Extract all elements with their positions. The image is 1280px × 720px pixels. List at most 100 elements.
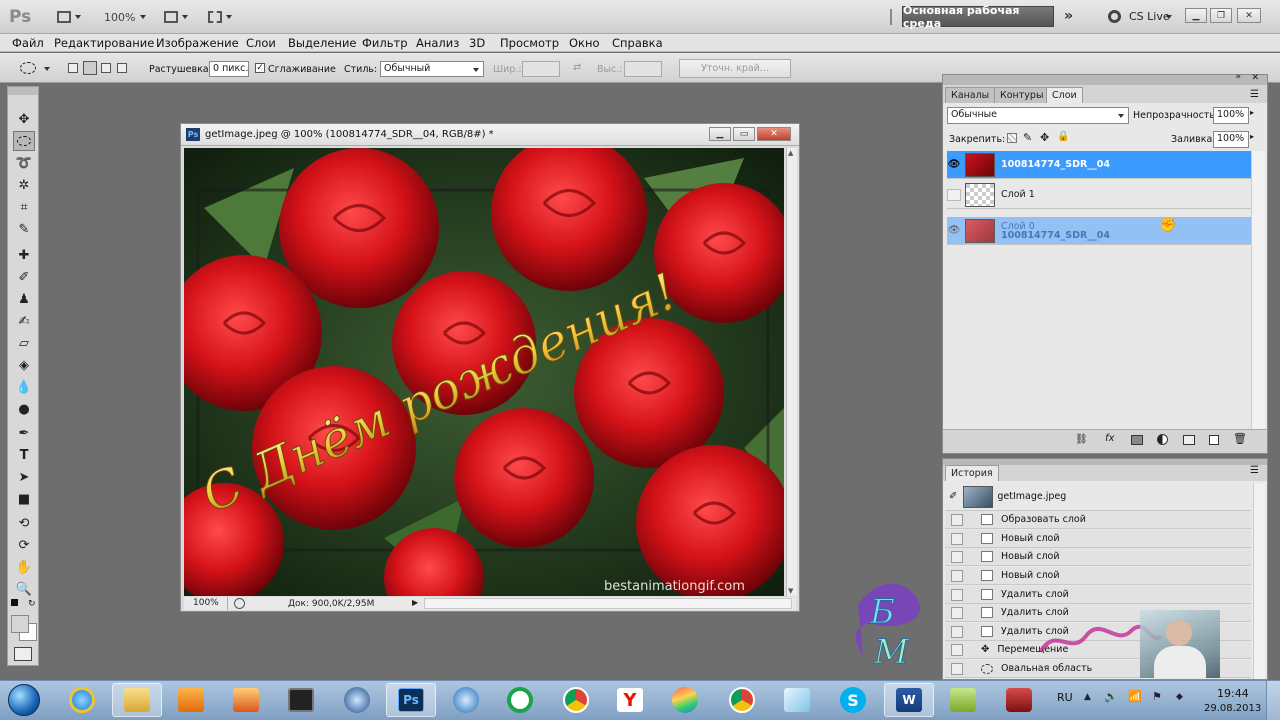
scroll-down-icon[interactable]: ▼: [788, 587, 793, 595]
adjustment-layer-icon[interactable]: [1157, 434, 1168, 445]
launch-bridge-button[interactable]: [57, 9, 81, 25]
taskbar-steam-icon[interactable]: [332, 683, 382, 717]
history-brush-tool-icon[interactable]: ✍: [13, 311, 35, 331]
path-select-tool-icon[interactable]: ➤: [13, 467, 35, 487]
tab-paths[interactable]: Контуры: [994, 87, 1050, 103]
taskbar-paint-icon[interactable]: [221, 683, 271, 717]
image-canvas[interactable]: С Днём рождения! bestanimationgif.com: [184, 148, 784, 596]
eyedropper-tool-icon[interactable]: ✎: [13, 219, 35, 239]
fill-slider-arrow-icon[interactable]: ▸: [1250, 132, 1254, 141]
quick-select-tool-icon[interactable]: ✲: [13, 175, 35, 195]
cs-live-label[interactable]: CS Live: [1129, 10, 1170, 23]
crop-tool-icon[interactable]: ⌗: [13, 197, 35, 217]
paint-bucket-tool-icon[interactable]: ◈: [13, 355, 35, 375]
layer-row-layer1[interactable]: Слой 1: [947, 181, 1253, 209]
new-selection-icon[interactable]: [68, 63, 78, 73]
close-panel-icon[interactable]: ✕: [1251, 73, 1259, 83]
taskbar-word-icon[interactable]: W: [884, 683, 934, 717]
arrange-documents-button[interactable]: [164, 9, 188, 25]
menu-window[interactable]: Окно: [569, 36, 600, 50]
taskbar-green-app-icon[interactable]: [938, 683, 988, 717]
clock-date[interactable]: 29.08.2013: [1204, 703, 1261, 714]
document-zoom[interactable]: 100%: [184, 597, 228, 610]
zoom-tool-icon[interactable]: 🔍: [13, 579, 35, 599]
collapse-panel-icon[interactable]: »: [1235, 72, 1241, 82]
doc-minimize-button[interactable]: ▁: [709, 127, 731, 141]
volume-icon[interactable]: 🔊: [1104, 690, 1118, 703]
style-select[interactable]: Обычный: [380, 61, 484, 77]
document-titlebar[interactable]: Ps getImage.jpeg @ 100% (100814774_SDR__…: [181, 124, 799, 146]
height-input[interactable]: [624, 61, 662, 77]
move-tool-icon[interactable]: ✥: [13, 109, 35, 129]
hand-tool-icon[interactable]: ✋: [13, 557, 35, 577]
menu-file[interactable]: Файл: [12, 36, 44, 50]
history-item[interactable]: Образовать слой: [945, 511, 1251, 529]
layer-visibility-box[interactable]: [947, 188, 961, 201]
doc-restore-button[interactable]: ▭: [733, 127, 755, 141]
blur-tool-icon[interactable]: 💧: [13, 377, 35, 397]
dodge-tool-icon[interactable]: ●: [13, 399, 35, 419]
tools-panel-grip[interactable]: [8, 87, 38, 95]
zoom-dropdown-icon[interactable]: [140, 15, 146, 19]
menu-layers[interactable]: Слои: [246, 36, 276, 50]
menu-edit[interactable]: Редактирование: [54, 36, 154, 50]
tab-channels[interactable]: Каналы: [945, 87, 996, 103]
opacity-input[interactable]: 100%: [1213, 107, 1249, 124]
document-horizontal-scrollbar[interactable]: [424, 598, 792, 609]
taskbar-skype-icon[interactable]: S: [828, 683, 878, 717]
network-icon[interactable]: 📶: [1128, 690, 1142, 703]
layer-row-dragging[interactable]: 👁 Слой 0 100814774_SDR__04: [947, 217, 1253, 245]
taskbar-chromium-icon[interactable]: [660, 683, 710, 717]
delete-layer-icon[interactable]: 🗑: [1233, 432, 1247, 445]
fill-input[interactable]: 100%: [1213, 131, 1249, 148]
layers-scrollbar[interactable]: [1251, 151, 1265, 429]
feather-input[interactable]: 0 пикс.: [209, 61, 249, 77]
taskbar-photoshop-icon[interactable]: Ps: [386, 683, 436, 717]
brush-tool-icon[interactable]: ✐: [13, 267, 35, 287]
width-input[interactable]: [522, 61, 560, 77]
default-colors-icon[interactable]: [11, 599, 18, 606]
screen-mode-button[interactable]: [208, 9, 232, 25]
eraser-tool-icon[interactable]: ▱: [13, 333, 35, 353]
quick-mask-icon[interactable]: [14, 647, 32, 661]
pen-tool-icon[interactable]: ✒: [13, 423, 35, 443]
new-group-icon[interactable]: [1183, 435, 1195, 445]
new-layer-icon[interactable]: [1209, 435, 1219, 445]
taskbar-recorder-icon[interactable]: [994, 683, 1044, 717]
clone-stamp-tool-icon[interactable]: ♟: [13, 289, 35, 309]
swap-icon[interactable]: ⇄: [573, 62, 581, 73]
history-item[interactable]: Новый слой: [945, 548, 1251, 566]
menu-image[interactable]: Изображение: [156, 36, 239, 50]
refine-edge-button[interactable]: Уточн. край...: [679, 59, 791, 78]
close-button[interactable]: ✕: [1237, 8, 1261, 23]
menu-select[interactable]: Выделение: [288, 36, 357, 50]
marquee-tool-icon[interactable]: [13, 131, 35, 151]
lock-transparency-icon[interactable]: [1007, 133, 1017, 143]
swap-colors-icon[interactable]: ↻: [28, 599, 36, 609]
scroll-up-icon[interactable]: ▲: [788, 149, 793, 157]
layers-panel-header[interactable]: » ✕: [943, 72, 1267, 85]
taskbar-explorer-icon[interactable]: [112, 683, 162, 717]
elliptical-marquee-icon[interactable]: [20, 62, 36, 74]
type-tool-icon[interactable]: T: [13, 445, 35, 465]
document-vertical-scrollbar[interactable]: ▲ ▼: [786, 148, 797, 596]
opacity-slider-arrow-icon[interactable]: ▸: [1250, 108, 1254, 117]
taskbar-chrome-icon[interactable]: [551, 683, 601, 717]
menu-filter[interactable]: Фильтр: [362, 36, 408, 50]
lock-pixels-icon[interactable]: ✎: [1023, 131, 1032, 144]
antialias-checkbox[interactable]: ✓: [255, 63, 265, 73]
history-scrollbar[interactable]: [1253, 483, 1265, 679]
taskbar-qip-icon[interactable]: [495, 683, 545, 717]
doc-close-button[interactable]: ✕: [757, 127, 791, 141]
3d-rotate-tool-icon[interactable]: ⟲: [13, 513, 35, 533]
cs-live-dropdown-icon[interactable]: [1166, 15, 1172, 19]
blend-mode-select[interactable]: Обычные: [947, 107, 1129, 124]
foreground-color-swatch[interactable]: [11, 615, 29, 633]
shape-tool-icon[interactable]: ■: [13, 489, 35, 509]
layer-row-main[interactable]: 👁 100814774_SDR__04: [947, 151, 1253, 179]
show-hidden-icons[interactable]: ▲: [1084, 692, 1091, 702]
tray-app-icon[interactable]: ◆: [1176, 692, 1183, 702]
double-chevron-icon[interactable]: »: [1064, 8, 1073, 24]
menu-view[interactable]: Просмотр: [500, 36, 559, 50]
language-indicator[interactable]: RU: [1057, 691, 1073, 704]
